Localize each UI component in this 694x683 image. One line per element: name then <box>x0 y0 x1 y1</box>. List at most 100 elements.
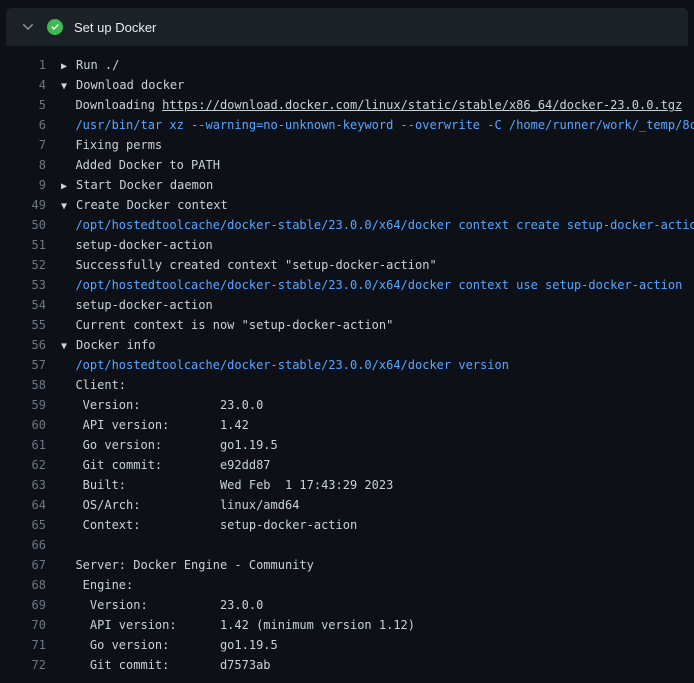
log-line-content: Context: setup-docker-action <box>61 515 357 535</box>
line-number[interactable]: 66 <box>0 535 46 555</box>
log-line: 67 Server: Docker Engine - Community <box>0 555 694 575</box>
log-text: Git commit: e92dd87 <box>61 458 271 472</box>
log-text: setup-docker-action <box>61 238 213 252</box>
chevron-down-icon[interactable] <box>20 19 36 35</box>
log-text: setup-docker-action <box>61 298 213 312</box>
log-line: 7 Fixing perms <box>0 135 694 155</box>
log-text: API version: 1.42 <box>61 418 249 432</box>
log-text: Context: setup-docker-action <box>61 518 357 532</box>
success-check-circle-icon <box>47 19 63 35</box>
log-line: 59 Version: 23.0.0 <box>0 395 694 415</box>
line-number[interactable]: 72 <box>0 655 46 675</box>
log-text: Successfully created context "setup-dock… <box>61 258 437 272</box>
log-line: 50 /opt/hostedtoolcache/docker-stable/23… <box>0 215 694 235</box>
log-text: /opt/hostedtoolcache/docker-stable/23.0.… <box>61 218 694 232</box>
line-number[interactable]: 70 <box>0 615 46 635</box>
log-line: 53 /opt/hostedtoolcache/docker-stable/23… <box>0 275 694 295</box>
log-line: 51 setup-docker-action <box>0 235 694 255</box>
log-text: Create Docker context <box>76 198 228 212</box>
log-line-content: ▶Run ./ <box>61 55 119 75</box>
log-line-content: Built: Wed Feb 1 17:43:29 2023 <box>61 475 393 495</box>
log-line-content: Fixing perms <box>61 135 162 155</box>
line-number[interactable]: 1 <box>0 55 46 75</box>
log-line: 65 Context: setup-docker-action <box>0 515 694 535</box>
line-number[interactable]: 71 <box>0 635 46 655</box>
log-text: Download docker <box>76 78 184 92</box>
log-viewer: Set up Docker 1▶Run ./4▼Download docker5… <box>0 0 694 683</box>
line-number[interactable]: 4 <box>0 75 46 95</box>
line-number[interactable]: 7 <box>0 135 46 155</box>
log-text: /opt/hostedtoolcache/docker-stable/23.0.… <box>61 358 509 372</box>
log-url-link[interactable]: https://download.docker.com/linux/static… <box>162 98 682 112</box>
log-line: 62 Git commit: e92dd87 <box>0 455 694 475</box>
log-text: Client: <box>61 378 126 392</box>
log-text: Version: 23.0.0 <box>61 598 263 612</box>
log-text: Server: Docker Engine - Community <box>61 558 314 572</box>
line-number[interactable]: 53 <box>0 275 46 295</box>
log-text: Added Docker to PATH <box>61 158 220 172</box>
log-line: 71 Go version: go1.19.5 <box>0 635 694 655</box>
log-line: 72 Git commit: d7573ab <box>0 655 694 675</box>
line-number[interactable]: 67 <box>0 555 46 575</box>
line-number[interactable]: 8 <box>0 155 46 175</box>
line-number[interactable]: 9 <box>0 175 46 195</box>
log-line-content: ▶Start Docker daemon <box>61 175 213 195</box>
log-line: 58 Client: <box>0 375 694 395</box>
log-line: 57 /opt/hostedtoolcache/docker-stable/23… <box>0 355 694 375</box>
log-line: 70 API version: 1.42 (minimum version 1.… <box>0 615 694 635</box>
line-number[interactable]: 64 <box>0 495 46 515</box>
step-header[interactable]: Set up Docker <box>6 8 688 46</box>
log-output: 1▶Run ./4▼Download docker5 Downloading h… <box>0 46 694 675</box>
log-text: Fixing perms <box>61 138 162 152</box>
collapse-group-icon[interactable]: ▼ <box>61 77 76 95</box>
line-number[interactable]: 49 <box>0 195 46 215</box>
line-number[interactable]: 52 <box>0 255 46 275</box>
log-text: /usr/bin/tar xz --warning=no-unknown-key… <box>61 118 694 132</box>
log-line-content: setup-docker-action <box>61 295 213 315</box>
log-text: Version: 23.0.0 <box>61 398 263 412</box>
line-number[interactable]: 51 <box>0 235 46 255</box>
log-line-content: ▼Create Docker context <box>61 195 228 215</box>
log-line-content: ▼Download docker <box>61 75 184 95</box>
log-line-content: setup-docker-action <box>61 235 213 255</box>
line-number[interactable]: 6 <box>0 115 46 135</box>
collapse-group-icon[interactable]: ▼ <box>61 197 76 215</box>
line-number[interactable]: 60 <box>0 415 46 435</box>
log-line: 66 <box>0 535 694 555</box>
log-text: Go version: go1.19.5 <box>61 638 278 652</box>
log-text: Start Docker daemon <box>76 178 213 192</box>
line-number[interactable]: 65 <box>0 515 46 535</box>
log-line-content: API version: 1.42 (minimum version 1.12) <box>61 615 415 635</box>
log-line: 68 Engine: <box>0 575 694 595</box>
log-line-content: Added Docker to PATH <box>61 155 220 175</box>
step-title: Set up Docker <box>74 20 156 35</box>
log-line-content: Git commit: e92dd87 <box>61 455 271 475</box>
log-line: 61 Go version: go1.19.5 <box>0 435 694 455</box>
line-number[interactable]: 55 <box>0 315 46 335</box>
log-line-content: /usr/bin/tar xz --warning=no-unknown-key… <box>61 115 694 135</box>
collapse-group-icon[interactable]: ▼ <box>61 337 76 355</box>
line-number[interactable]: 50 <box>0 215 46 235</box>
line-number[interactable]: 59 <box>0 395 46 415</box>
line-number[interactable]: 69 <box>0 595 46 615</box>
log-line-content: API version: 1.42 <box>61 415 249 435</box>
log-line-content: Version: 23.0.0 <box>61 595 263 615</box>
line-number[interactable]: 56 <box>0 335 46 355</box>
line-number[interactable]: 63 <box>0 475 46 495</box>
line-number[interactable]: 5 <box>0 95 46 115</box>
line-number[interactable]: 62 <box>0 455 46 475</box>
line-number[interactable]: 57 <box>0 355 46 375</box>
expand-group-icon[interactable]: ▶ <box>61 57 76 75</box>
log-line-content: Go version: go1.19.5 <box>61 435 278 455</box>
log-line-content: Client: <box>61 375 126 395</box>
line-number[interactable]: 61 <box>0 435 46 455</box>
log-line: 60 API version: 1.42 <box>0 415 694 435</box>
expand-group-icon[interactable]: ▶ <box>61 177 76 195</box>
line-number[interactable]: 54 <box>0 295 46 315</box>
log-line-content: Downloading https://download.docker.com/… <box>61 95 682 115</box>
log-text: Git commit: d7573ab <box>61 658 271 672</box>
log-line: 64 OS/Arch: linux/amd64 <box>0 495 694 515</box>
log-text: Run ./ <box>76 58 119 72</box>
line-number[interactable]: 68 <box>0 575 46 595</box>
line-number[interactable]: 58 <box>0 375 46 395</box>
